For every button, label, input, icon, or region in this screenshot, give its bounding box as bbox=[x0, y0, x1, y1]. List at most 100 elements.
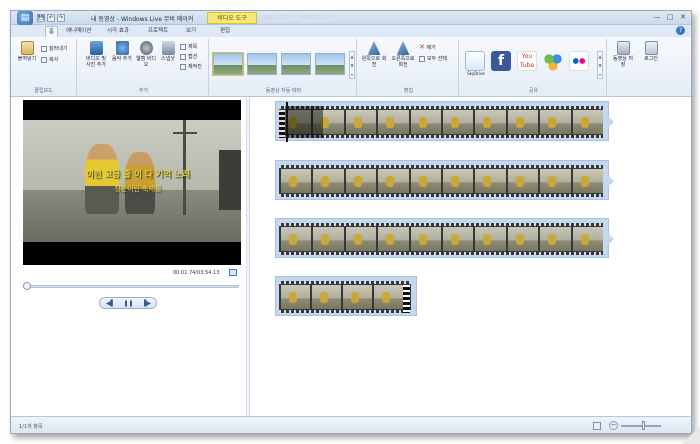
remove-button[interactable]: ✕ 제거 bbox=[419, 43, 436, 51]
storyboard-clip[interactable] bbox=[275, 160, 614, 200]
clip-continues-arrow bbox=[608, 233, 614, 245]
add-music-label: 음악 추가 bbox=[112, 56, 132, 62]
redo-icon[interactable]: ↷ bbox=[57, 14, 65, 22]
flickr-icon[interactable] bbox=[569, 51, 589, 71]
thumbnail-size-icon[interactable] bbox=[593, 422, 601, 430]
app-window: ▤ 💾 ↶ ↷ 내 동영상 - Windows Live 무비 메이커 비디오 … bbox=[10, 10, 692, 434]
cut-label: 잘라내기 bbox=[49, 46, 68, 52]
music-note-icon bbox=[115, 41, 129, 55]
ribbon-tab-row: 홈 애니메이션 시각 효과 프로젝트 보기 편집 ? bbox=[11, 25, 691, 37]
rotate-left-button[interactable]: 왼쪽으로 회전 bbox=[361, 41, 387, 68]
video-frame-thumbnail bbox=[505, 110, 539, 134]
video-frame-thumbnail bbox=[473, 110, 506, 134]
app-menu-button[interactable]: ▤ bbox=[17, 11, 33, 25]
seek-bar[interactable] bbox=[23, 285, 239, 288]
select-all-icon bbox=[419, 55, 425, 62]
previous-frame-button[interactable]: ◀▌ bbox=[102, 299, 119, 308]
cut-button[interactable]: 잘라내기 bbox=[41, 45, 67, 52]
credits-icon bbox=[180, 63, 186, 70]
film-perforation bbox=[279, 194, 603, 197]
tab-project[interactable]: 프로젝트 bbox=[145, 26, 171, 37]
video-frame-thumbnail bbox=[279, 169, 312, 193]
save-movie-label: 동영상 저장 bbox=[613, 56, 633, 68]
film-perforation bbox=[279, 252, 603, 255]
zoom-slider[interactable] bbox=[621, 425, 661, 427]
share-group-label: 공유 bbox=[528, 88, 539, 94]
add-video-photo-label: 비디오 및 사진 추가 bbox=[86, 56, 106, 68]
storyboard-clip[interactable] bbox=[275, 276, 417, 316]
video-frame-thumbnail bbox=[570, 110, 603, 134]
close-button[interactable]: ✕ bbox=[677, 12, 689, 23]
tab-visual-effects[interactable]: 시각 효과 bbox=[104, 26, 132, 37]
help-icon[interactable]: ? bbox=[676, 26, 685, 35]
video-frame-thumbnail bbox=[441, 169, 474, 193]
rotate-right-button[interactable]: 오른쪽으로 회전 bbox=[389, 41, 417, 68]
zoom-out-button[interactable]: − bbox=[609, 421, 618, 430]
paste-icon bbox=[20, 41, 34, 55]
add-music-button[interactable]: 음악 추가 bbox=[112, 41, 132, 62]
pane-splitter[interactable] bbox=[247, 98, 250, 416]
video-frame-thumbnail bbox=[441, 110, 474, 134]
video-frame-thumbnail bbox=[441, 227, 474, 251]
undo-icon[interactable]: ↶ bbox=[47, 14, 55, 22]
storyboard-clip[interactable] bbox=[275, 218, 614, 258]
theme-thumbnail[interactable] bbox=[212, 52, 244, 76]
title-label: 제목 bbox=[188, 44, 198, 50]
storyboard-clip[interactable] bbox=[275, 101, 614, 142]
pause-button[interactable]: ❚❚ bbox=[120, 299, 137, 308]
minimize-button[interactable]: — bbox=[651, 12, 663, 23]
tab-home[interactable]: 홈 bbox=[45, 26, 59, 37]
timecode: 00:01.74/03:54.13 bbox=[173, 270, 220, 276]
film-perforation bbox=[279, 106, 603, 109]
share-gallery-scroll[interactable]: ▲ ▼ ▾ bbox=[597, 51, 603, 79]
theme-thumbnail[interactable] bbox=[247, 53, 277, 75]
utility-pole-bar bbox=[173, 132, 197, 134]
video-frame-thumbnail bbox=[473, 169, 506, 193]
camera-icon bbox=[161, 41, 175, 55]
themes-gallery-scroll[interactable]: ▲ ▼ ▾ bbox=[349, 51, 355, 79]
fullscreen-icon[interactable] bbox=[229, 269, 237, 276]
add-video-photo-button[interactable]: 비디오 및 사진 추가 bbox=[83, 41, 109, 68]
webcam-video-button[interactable]: 웹캠 비디오 bbox=[135, 41, 157, 68]
save-movie-button[interactable]: 동영상 저장 bbox=[611, 41, 635, 68]
save-icon[interactable]: 💾 bbox=[37, 14, 45, 22]
skydrive-icon[interactable]: SkyDrive bbox=[465, 51, 485, 76]
caption-button[interactable]: 캡션 bbox=[180, 53, 197, 60]
editing-group: 왼쪽으로 회전 오른쪽으로 회전 ✕ 제거 모두 선택 편집 bbox=[359, 39, 459, 95]
theme-thumbnail[interactable] bbox=[315, 53, 345, 75]
select-all-button[interactable]: 모두 선택 bbox=[419, 55, 447, 62]
video-tools-context-tab[interactable]: 비디오 도구 bbox=[207, 12, 257, 24]
facebook-icon[interactable]: f bbox=[491, 51, 511, 71]
video-frame-thumbnail bbox=[279, 227, 312, 251]
messenger-icon[interactable] bbox=[543, 51, 563, 71]
subtitle-line-2: 청춘이란 축제를 bbox=[114, 185, 162, 193]
film-perforation bbox=[279, 165, 603, 168]
copy-label: 복사 bbox=[49, 57, 59, 63]
subtitle-line-1: 이런 고급 줄 이 다 기억 노래 bbox=[86, 170, 190, 180]
rotate-right-label: 오른쪽으로 회전 bbox=[391, 56, 415, 68]
tab-view[interactable]: 보기 bbox=[183, 26, 199, 37]
sign-in-button[interactable]: 로그인 bbox=[639, 41, 663, 62]
tab-edit[interactable]: 편집 bbox=[217, 26, 233, 37]
maximize-button[interactable]: □ bbox=[664, 12, 676, 23]
page: ▤ 💾 ↶ ↷ 내 동영상 - Windows Live 무비 메이커 비디오 … bbox=[0, 0, 700, 444]
paste-button[interactable]: 붙여넣기 bbox=[15, 41, 39, 62]
title-button[interactable]: 제목 bbox=[180, 43, 197, 50]
video-frame-thumbnail bbox=[343, 227, 377, 251]
theme-thumbnail[interactable] bbox=[281, 53, 311, 75]
next-frame-button[interactable]: ▐▶ bbox=[138, 299, 155, 308]
rotate-left-label: 왼쪽으로 회전 bbox=[361, 56, 387, 68]
snapshot-button[interactable]: 스냅샷 bbox=[159, 41, 177, 62]
playhead[interactable] bbox=[286, 102, 288, 142]
clip-end-marker bbox=[403, 285, 410, 313]
tab-animations[interactable]: 애니메이션 bbox=[63, 26, 94, 37]
zoom-thumb[interactable] bbox=[642, 421, 645, 430]
youtube-icon[interactable]: You Tube bbox=[517, 51, 537, 71]
copy-button[interactable]: 복사 bbox=[41, 56, 58, 63]
credits-button[interactable]: 제작진 bbox=[180, 63, 202, 70]
seek-thumb[interactable] bbox=[23, 282, 31, 290]
video-frame-thumbnail bbox=[570, 227, 603, 251]
editing-group-label: 편집 bbox=[403, 88, 414, 94]
video-preview[interactable]: 이런 고급 줄 이 다 기억 노래 청춘이란 축제를 bbox=[23, 100, 241, 265]
video-frame-thumbnail bbox=[408, 227, 441, 251]
